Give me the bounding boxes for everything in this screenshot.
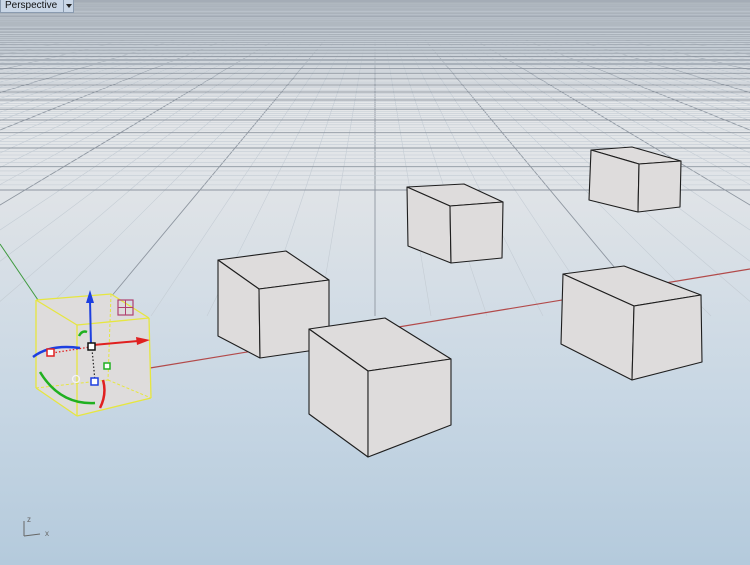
gumball-center-handle[interactable]	[87, 342, 96, 351]
gumball-z-scale-handle[interactable]	[90, 377, 99, 386]
axis-x-label: x	[45, 529, 49, 538]
chevron-down-icon	[65, 4, 72, 8]
viewport-title-label[interactable]: Perspective	[0, 0, 65, 13]
gumball-z-arrow[interactable]	[89, 299, 92, 347]
box-object[interactable]	[406, 183, 504, 264]
gumball-y-scale-handle[interactable]	[103, 362, 111, 370]
box-object[interactable]	[560, 265, 703, 381]
viewport-title-tab[interactable]: Perspective	[0, 0, 75, 13]
world-y-axis	[0, 243, 39, 301]
viewport-menu-button[interactable]	[64, 0, 75, 13]
perspective-viewport[interactable]: z x Perspective	[0, 0, 750, 565]
gumball-x-scale-handle[interactable]	[46, 348, 55, 357]
box-object[interactable]	[588, 146, 682, 213]
axis-z-label: z	[27, 515, 31, 524]
scene-canvas[interactable]: z x	[0, 0, 750, 565]
box-object[interactable]	[308, 317, 452, 458]
world-axes-icon: z x	[23, 515, 49, 538]
